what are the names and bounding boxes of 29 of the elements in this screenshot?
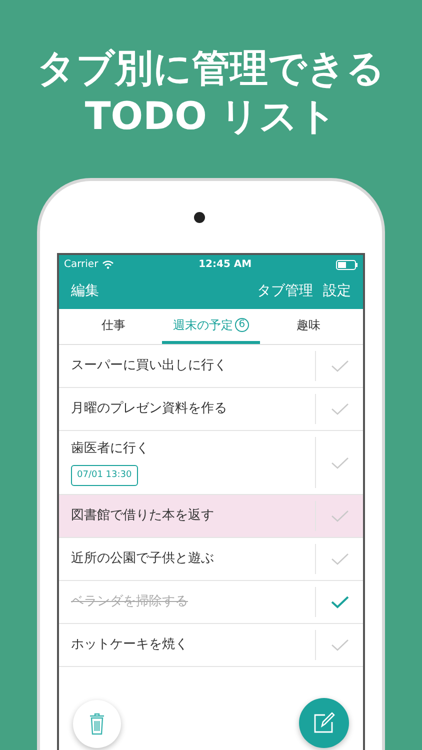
compose-button[interactable] — [299, 698, 349, 748]
status-time: 12:45 AM — [198, 258, 252, 272]
check-icon[interactable] — [330, 638, 350, 652]
tab[interactable]: 趣味 — [260, 309, 357, 344]
tab[interactable]: 仕事 — [65, 309, 162, 344]
headline: TODO リスト — [84, 93, 338, 140]
due-date-tag: 07/01 13:30 — [71, 464, 138, 486]
check-icon[interactable] — [330, 402, 350, 416]
delete-button[interactable] — [73, 700, 121, 748]
todo-title: スーパーに買い出しに行く — [71, 357, 228, 376]
check-icon[interactable] — [330, 456, 350, 470]
todo-row[interactable]: 図書館で借りた本を返す — [59, 495, 363, 538]
todo-title: 近所の公園で子供と遊ぶ — [71, 550, 215, 568]
camera-icon — [194, 212, 204, 222]
check-icon[interactable] — [330, 595, 350, 609]
edit-icon — [313, 712, 335, 734]
check-icon[interactable] — [330, 552, 350, 566]
check-icon[interactable] — [330, 509, 350, 523]
battery-icon — [336, 260, 358, 270]
todo-title: ホットケーキを焼く — [71, 636, 189, 654]
carrier-label: Carrier — [64, 258, 98, 272]
trash-icon — [89, 713, 105, 735]
todo-title: 月曜のプレゼン資料を作る — [71, 400, 228, 418]
headline: タブ別に管理できる — [37, 45, 385, 92]
wifi-icon — [102, 260, 114, 269]
todo-title: 図書館で借りた本を返す — [71, 507, 215, 526]
check-icon[interactable] — [330, 359, 350, 373]
todo-title: 歯医者に行く — [71, 440, 150, 458]
todo-title: ベランダを掃除する — [71, 593, 189, 612]
